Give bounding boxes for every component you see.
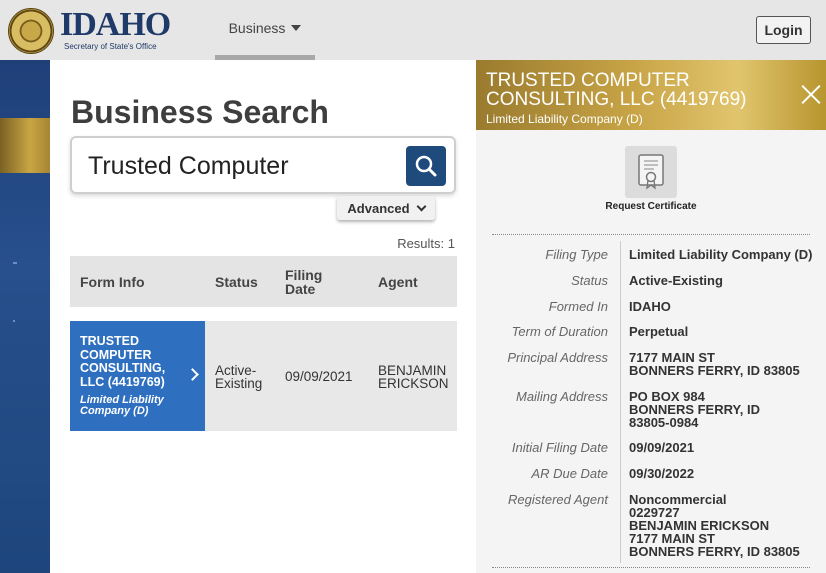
status-cell: Active-Existing xyxy=(215,363,263,391)
column-form-info[interactable]: Form Info xyxy=(80,275,145,289)
term-value: Perpetual xyxy=(629,324,689,339)
top-bar: IDAHO Secretary of State's Office Busine… xyxy=(0,0,826,60)
initial-filing-date-value: 09/09/2021 xyxy=(629,440,695,455)
page-title: Business Search xyxy=(71,94,329,130)
search-input[interactable] xyxy=(88,148,388,184)
status-value: Active-Existing xyxy=(629,273,723,288)
results-count: Results: 1 xyxy=(397,236,455,251)
agent-cell: BENJAMIN ERICKSON xyxy=(378,363,449,391)
table-row[interactable]: TRUSTED COMPUTER CONSULTING, LLC (441976… xyxy=(70,321,457,431)
caret-down-icon xyxy=(291,24,302,31)
registered-agent-label: Registered Agent xyxy=(508,492,608,507)
mailing-address-label: Mailing Address xyxy=(515,389,608,404)
divider xyxy=(492,567,810,568)
search-icon xyxy=(415,155,437,177)
detail-header: TRUSTED COMPUTER CONSULTING, LLC (441976… xyxy=(476,60,826,130)
business-name: TRUSTED COMPUTER CONSULTING, LLC (441976… xyxy=(80,334,166,389)
nav-business-menu[interactable]: Business xyxy=(215,0,315,60)
mailing-address-value: PO BOX 984 BONNERS FERRY, ID 83805-0984 xyxy=(629,389,760,430)
search-button[interactable] xyxy=(406,146,446,186)
column-divider xyxy=(620,241,621,563)
logo-text[interactable]: IDAHO xyxy=(60,8,171,42)
login-button[interactable]: Login xyxy=(756,16,811,44)
logo-subtitle: Secretary of State's Office xyxy=(64,42,157,51)
detail-title: TRUSTED COMPUTER CONSULTING, LLC (441976… xyxy=(486,70,747,110)
nav-business-label: Business xyxy=(228,19,286,36)
filing-type-label: Filing Type xyxy=(545,247,608,262)
ar-due-date-value: 09/30/2022 xyxy=(629,466,695,481)
chevron-right-icon xyxy=(186,368,199,381)
divider xyxy=(492,234,810,235)
principal-address-label: Principal Address xyxy=(507,350,608,365)
close-icon[interactable] xyxy=(800,84,822,106)
left-decor-strip xyxy=(0,60,50,573)
registered-agent-value: Noncommercial 0229727 BENJAMIN ERICKSON … xyxy=(629,492,800,559)
search-box xyxy=(70,136,456,194)
formed-in-value: IDAHO xyxy=(629,299,671,314)
gold-band xyxy=(0,118,50,173)
strip-mark xyxy=(13,320,15,322)
business-type: Limited Liability Company (D) xyxy=(80,394,164,417)
chevron-down-icon xyxy=(416,201,427,211)
strip-mark xyxy=(13,262,17,264)
advanced-label: Advanced xyxy=(347,200,410,216)
formed-in-label: Formed In xyxy=(548,299,608,314)
filing-type-value: Limited Liability Company (D) xyxy=(629,247,813,262)
ar-due-date-label: AR Due Date xyxy=(531,466,608,481)
detail-panel: TRUSTED COMPUTER CONSULTING, LLC (441976… xyxy=(476,60,826,573)
initial-filing-date-label: Initial Filing Date xyxy=(511,440,608,455)
request-certificate-button[interactable]: Request Certificate xyxy=(601,146,701,226)
form-info-cell[interactable]: TRUSTED COMPUTER CONSULTING, LLC (441976… xyxy=(70,321,205,431)
detail-subtitle: Limited Liability Company (D) xyxy=(486,112,643,126)
principal-address-value: 7177 MAIN ST BONNERS FERRY, ID 83805 xyxy=(629,350,800,378)
advanced-search-button[interactable]: Advanced xyxy=(337,196,435,220)
request-certificate-label: Request Certificate xyxy=(605,201,697,212)
term-label: Term of Duration xyxy=(511,324,608,339)
column-filing-date[interactable]: Filing Date xyxy=(285,268,335,296)
column-status[interactable]: Status xyxy=(215,275,258,289)
idaho-seal-icon[interactable] xyxy=(8,8,54,54)
status-label: Status xyxy=(571,273,608,288)
table-header: Form Info Status Filing Date Agent xyxy=(70,256,457,307)
certificate-icon-box xyxy=(625,146,677,198)
column-agent[interactable]: Agent xyxy=(378,275,418,289)
filing-date-cell: 09/09/2021 xyxy=(285,369,353,384)
certificate-icon xyxy=(638,154,664,190)
